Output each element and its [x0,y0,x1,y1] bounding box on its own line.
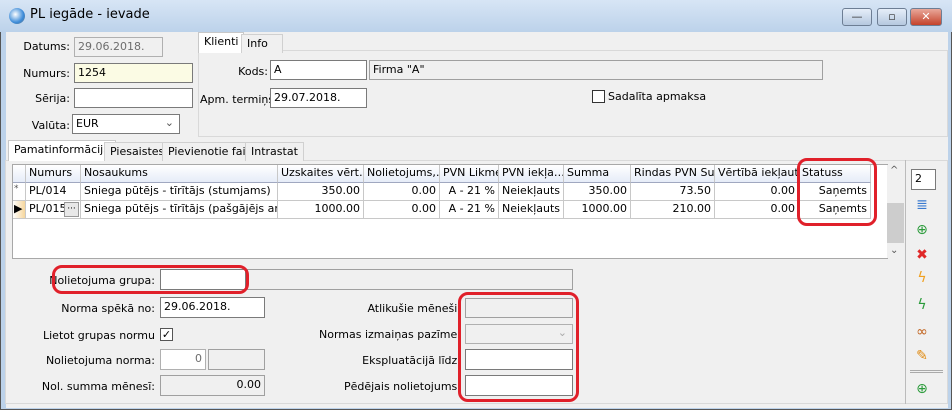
highlight-statuss [797,158,877,226]
row-count-field[interactable]: 2 [911,169,936,190]
cell-numurs[interactable]: PL/014 [26,183,81,201]
new-document-icon[interactable]: ⊕ [913,380,931,398]
move-rows-icon[interactable]: ≣ [913,196,931,214]
scroll-down-icon[interactable]: ⌄ [890,245,898,256]
ekspl-label: Ekspluatācijā līdz: [362,354,461,367]
row-indicator-header [13,165,26,183]
cell-pvn-ieklauts[interactable]: Neiekļauts [499,201,564,219]
serija-field[interactable] [74,88,193,108]
col-nosaukums[interactable]: Nosaukums [81,165,278,183]
numurs-field[interactable]: 1254 [74,63,193,83]
lightning-orange-icon[interactable]: ϟ [913,269,931,287]
lietot-label: Lietot grupas normu [43,329,155,342]
cell-rindas-pvn[interactable]: 210.00 [631,201,715,219]
new-row-marker: * [13,183,26,201]
valuta-select[interactable]: EUR ⌄ [72,114,180,134]
tab-pamatinformacija[interactable]: Pamatinformācija [8,140,116,161]
atlikusie-label: Atlikušie mēneši: [367,302,461,315]
norma-label: Nolietojuma norma: [45,354,155,367]
sadalita-label: Sadalīta apmaksa [608,90,707,103]
edit-icon[interactable]: ✎ [913,347,931,365]
lightning-green-icon[interactable]: ϟ [913,296,931,314]
kods-label: Kods: [238,65,268,78]
cell-vertiba[interactable]: 0.00 [715,201,799,219]
apm-label: Apm. termiņš: [200,93,278,106]
close-button[interactable]: ✕ [910,8,942,26]
grupa-name-field [247,269,573,290]
cell-summa[interactable]: 350.00 [564,183,631,201]
maximize-button[interactable]: ▫ [877,8,907,26]
lietot-checkbox[interactable]: ✓ [160,328,173,341]
cell-pvn-likme[interactable]: A - 21 % [440,183,499,201]
cell-pvn-ieklauts[interactable]: Neiekļauts [499,183,564,201]
scrollbar-thumb[interactable] [887,203,904,243]
scroll-up-icon[interactable]: ^ [890,165,898,176]
cell-nosaukums[interactable]: Sniega pūtējs - tīrītājs (pašgājējs ar … [81,201,278,219]
summa-field: 0.00 [160,375,265,396]
norma-no-label: Norma spēkā no: [61,302,155,315]
cell-vertiba[interactable]: 0.00 [715,183,799,201]
tab-pievienotie-faili[interactable]: Pievienotie faili [162,142,258,161]
col-rindas-pvn[interactable]: Rindas PVN Su [631,165,715,183]
apm-termins-field[interactable]: 29.07.2018. [270,88,367,108]
col-nolietojums[interactable]: Nolietojums,… [364,165,440,183]
toolbar-divider [905,160,906,404]
tab-info[interactable]: Info [241,34,283,53]
numurs-value: PL/015 [29,202,67,215]
firma-field: Firma "A" [369,60,823,80]
sadalita-checkbox[interactable] [592,90,605,103]
app-icon [9,8,25,24]
col-vertiba[interactable]: Vērtībā iekļaut… [715,165,799,183]
toolbar-separator [910,370,943,373]
valuta-value: EUR [76,117,99,130]
cell-summa[interactable]: 1000.00 [564,201,631,219]
col-pvn-ieklauts[interactable]: PVN iekļa… [499,165,564,183]
izmainas-label: Normas izmaiņas pazīme: [319,328,461,341]
tab-klienti[interactable]: Klienti [198,32,245,53]
tab-intrastat[interactable]: Intrastat [245,142,304,161]
serija-label: Sērija: [35,92,70,105]
col-uzskaites[interactable]: Uzskaites vērt… [278,165,364,183]
current-row-marker: ▶ [13,201,26,219]
col-summa[interactable]: Summa [564,165,631,183]
pedejais-label: Pēdējais nolietojums: [343,380,461,393]
cell-nolietojums[interactable]: 0.00 [364,201,440,219]
delete-icon[interactable]: ✖ [913,246,931,264]
norma2-field [208,349,265,370]
datums-label: Datums: [23,40,70,53]
summa-label: Nol. summa mēnesī: [41,380,155,393]
window-title: PL iegāde - ievade [30,7,150,22]
ellipsis-button[interactable]: ··· [64,202,79,217]
tab-piesaistes[interactable]: Piesaistes [104,142,171,161]
kods-field[interactable]: A [270,60,367,80]
cell-uzskaites[interactable]: 350.00 [278,183,364,201]
cell-numurs[interactable]: PL/015 ··· [26,201,81,219]
datums-field: 29.06.2018. [74,37,163,57]
valuta-label: Valūta: [31,119,70,132]
numurs-label: Numurs: [23,67,70,80]
view-document-icon[interactable]: ∞ [913,323,931,341]
highlight-grupa [52,265,249,294]
norma-no-field[interactable]: 29.06.2018. [160,297,265,318]
cell-nolietojums[interactable]: 0.00 [364,183,440,201]
cell-nosaukums[interactable]: Sniega pūtējs - tīrītājs (stumjams) [81,183,278,201]
highlight-right-fields [458,292,579,402]
cell-rindas-pvn[interactable]: 73.50 [631,183,715,201]
norma-field: 0 [160,349,206,370]
chevron-down-icon: ⌄ [164,116,174,129]
cell-uzskaites[interactable]: 1000.00 [278,201,364,219]
cell-pvn-likme[interactable]: A - 21 % [440,201,499,219]
col-numurs[interactable]: Numurs [26,165,81,183]
add-row-icon[interactable]: ⊕ [913,221,931,239]
minimize-button[interactable]: — [842,8,872,26]
assets-grid: Numurs Nosaukums Uzskaites vērt… Nolieto… [12,164,888,259]
vertical-scrollbar[interactable]: ^ ⌄ [887,165,904,258]
col-pvn-likme[interactable]: PVN Likme [440,165,499,183]
